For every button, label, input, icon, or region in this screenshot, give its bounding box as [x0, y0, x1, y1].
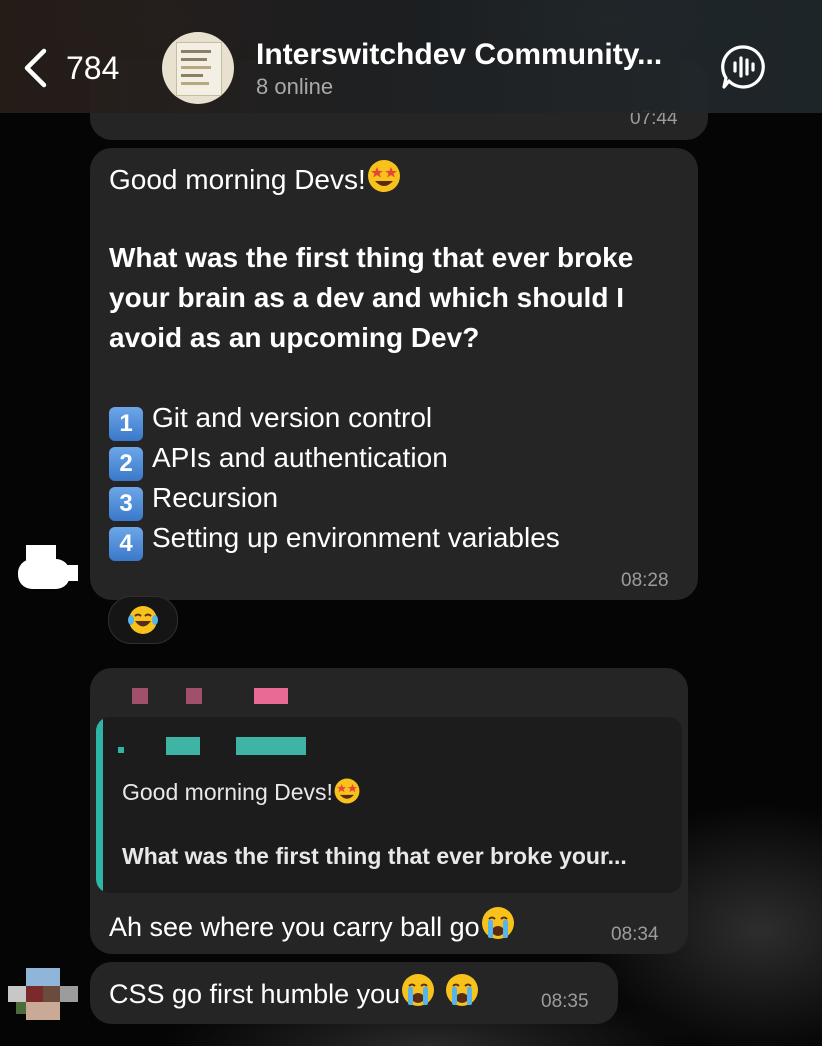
- quoted-text: What was the first thing that ever broke…: [122, 843, 627, 869]
- poll-message-bubble[interactable]: Good morning Devs! What was the first th…: [90, 148, 698, 600]
- sender-name-redacted: [186, 688, 202, 704]
- loudly-crying-emoji-icon: [480, 905, 516, 952]
- question-line-3: avoid as an upcoming Dev?: [109, 322, 480, 353]
- greeting-text: Good morning Devs!: [109, 164, 366, 195]
- greeting-line: Good morning Devs!: [109, 158, 402, 205]
- message-time: 08:34: [611, 924, 659, 945]
- option-1: 1 Git and version control: [109, 398, 432, 441]
- group-avatar[interactable]: [162, 32, 234, 104]
- keycap-1-icon: 1: [109, 407, 143, 441]
- last-message-text: CSS go first humble you: [109, 979, 401, 1009]
- group-title[interactable]: Interswitchdev Community...: [256, 38, 662, 72]
- option-2-text: APIs and authentication: [152, 442, 448, 473]
- sender-avatar[interactable]: [18, 545, 80, 606]
- voice-chat-icon[interactable]: [720, 44, 766, 90]
- question-line-2: your brain as a dev and which should I: [109, 282, 624, 313]
- sender-name-redacted: [132, 688, 148, 704]
- quoted-greeting: Good morning Devs!: [122, 779, 333, 805]
- quoted-greeting-line: Good morning Devs!: [122, 777, 361, 811]
- loudly-crying-emoji-icon: [400, 972, 436, 1019]
- option-4: 4 Setting up environment variables: [109, 518, 560, 561]
- sender-avatar[interactable]: [8, 968, 78, 1027]
- last-message-line: CSS go first humble you: [109, 972, 480, 1019]
- keycap-3-icon: 3: [109, 487, 143, 521]
- last-message-bubble[interactable]: CSS go first humble you 08:35: [90, 962, 618, 1024]
- option-3: 3 Recursion: [109, 478, 278, 521]
- option-1-text: Git and version control: [152, 402, 433, 433]
- quote-accent-bar: [96, 717, 103, 893]
- reply-text: Ah see where you carry ball go: [109, 912, 480, 942]
- quoted-message[interactable]: Good morning Devs! What was the first th…: [96, 717, 682, 893]
- quoted-sender-redacted: [236, 737, 306, 755]
- keycap-2-icon: 2: [109, 447, 143, 481]
- star-struck-emoji-icon: [333, 777, 361, 811]
- unread-count: 784: [66, 49, 120, 86]
- keycap-4-icon: 4: [109, 527, 143, 561]
- question-line-1: What was the first thing that ever broke: [109, 242, 634, 273]
- message-time: 08:28: [621, 570, 669, 591]
- option-4-text: Setting up environment variables: [152, 522, 560, 553]
- quoted-sender-redacted: [166, 737, 200, 755]
- option-2: 2 APIs and authentication: [109, 438, 448, 481]
- reply-text-line: Ah see where you carry ball go: [109, 905, 516, 952]
- laughing-tears-reaction[interactable]: [108, 596, 178, 644]
- star-struck-emoji-icon: [366, 158, 402, 205]
- chat-header: 784 Interswitchdev Community... 8 online: [0, 0, 822, 113]
- message-time: 08:35: [541, 991, 589, 1012]
- laughing-tears-emoji-icon: [128, 606, 158, 634]
- sender-name-redacted: [254, 688, 288, 704]
- loudly-crying-emoji-icon: [444, 972, 480, 1019]
- option-3-text: Recursion: [152, 482, 279, 513]
- chevron-left-icon: [24, 48, 47, 88]
- back-button[interactable]: 784: [22, 48, 119, 88]
- quoted-sender-redacted: [118, 747, 124, 753]
- online-status: 8 online: [256, 74, 334, 99]
